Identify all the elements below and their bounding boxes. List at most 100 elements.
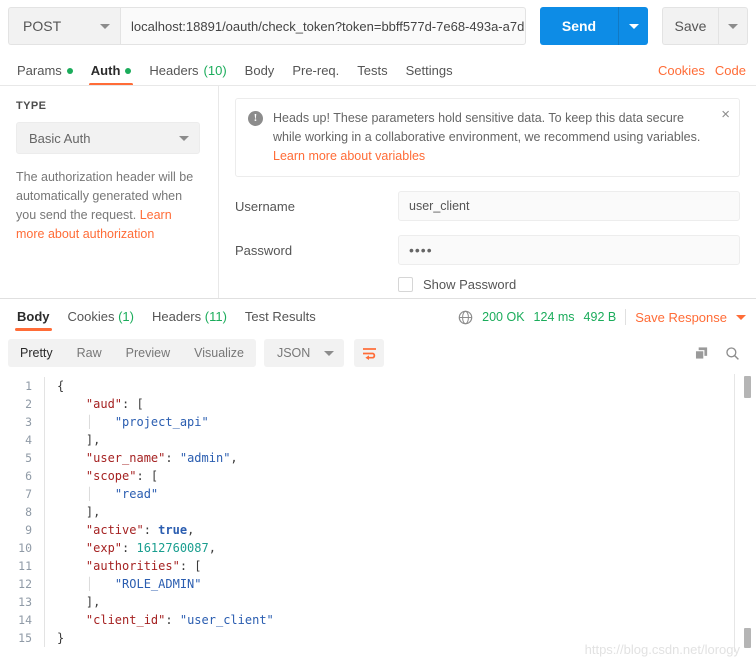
close-icon[interactable]: × (721, 107, 730, 122)
username-label: Username (235, 198, 295, 214)
search-icon[interactable] (725, 346, 740, 361)
password-input[interactable]: •••• (398, 235, 740, 265)
code-token: "aud" (85, 397, 123, 411)
language-select[interactable]: JSON (263, 339, 345, 367)
gutter-divider (44, 413, 45, 431)
code-token: : (165, 451, 180, 465)
send-button[interactable]: Send (540, 7, 618, 45)
send-button-group: Send (540, 7, 648, 45)
modified-dot-icon (125, 67, 132, 74)
response-tab-body[interactable]: Body (8, 309, 59, 331)
send-options-button[interactable] (618, 7, 648, 45)
response-tab-bar: Body Cookies (1) Headers (11) Test Resul… (0, 299, 756, 331)
auth-panel: TYPE Basic Auth The authorization header… (0, 86, 756, 298)
auth-type-select[interactable]: Basic Auth (16, 122, 200, 154)
response-tab-cookies[interactable]: Cookies (1) (59, 309, 143, 331)
indent-guide: │ (85, 487, 115, 501)
line-number: 1 (25, 379, 32, 393)
response-size: 492 B (583, 310, 617, 324)
code-token: "user_name" (85, 451, 166, 465)
code-line: 3 │ "project_api" (0, 413, 756, 431)
save-response-button[interactable]: Save Response (635, 310, 727, 325)
code-token: : (143, 523, 159, 537)
show-password-label: Show Password (423, 277, 517, 292)
tab-bar-divider (0, 85, 756, 86)
tab-settings[interactable]: Settings (397, 63, 462, 86)
code-line: 6 "scope": [ (0, 467, 756, 485)
code-token: } (57, 631, 65, 645)
url-input[interactable]: localhost:18891/oauth/check_token?token=… (120, 7, 526, 45)
code-token: : [ (122, 397, 144, 411)
code-token: "client_id" (85, 613, 166, 627)
format-visualize[interactable]: Visualize (182, 339, 256, 367)
code-line: 11 "authorities": [ (0, 557, 756, 575)
auth-type-label: TYPE (16, 100, 47, 112)
request-tab-links: Cookies Code (658, 63, 746, 86)
code-token: : [ (179, 559, 202, 573)
gutter-divider (44, 485, 45, 503)
code-token: , (208, 541, 216, 555)
notice-link[interactable]: Learn more about variables (273, 149, 425, 163)
code-line-text: "active": true, (57, 521, 194, 539)
line-number: 4 (25, 433, 32, 447)
gutter-divider (44, 575, 45, 593)
gutter-divider (44, 395, 45, 413)
response-body-viewer[interactable]: 1{2 "aud": [3 │ "project_api" 4 ], 5 "user… (0, 374, 756, 652)
format-raw[interactable]: Raw (65, 339, 114, 367)
line-number: 9 (25, 523, 32, 537)
gutter-divider (44, 539, 45, 557)
chevron-down-icon[interactable] (736, 314, 746, 320)
code-token: , (187, 523, 195, 537)
save-button-group: Save (662, 7, 748, 45)
globe-icon (458, 310, 473, 324)
tab-pre-request[interactable]: Pre-req. (283, 63, 348, 86)
code-link[interactable]: Code (715, 63, 746, 78)
tab-headers[interactable]: Headers (10) (140, 63, 235, 86)
code-line: 14 "client_id": "user_client" (0, 611, 756, 629)
gutter-divider (44, 431, 45, 449)
code-token: "read" (114, 487, 159, 501)
tab-tests[interactable]: Tests (348, 63, 396, 86)
tab-body[interactable]: Body (236, 63, 284, 86)
save-button[interactable]: Save (662, 7, 718, 45)
word-wrap-button[interactable] (354, 339, 385, 367)
vertical-scrollbar-thumb[interactable] (744, 376, 751, 398)
tab-count: (1) (118, 309, 134, 324)
http-method-value: POST (23, 18, 62, 34)
code-line: 8 ], (0, 503, 756, 521)
gutter-divider (44, 503, 45, 521)
http-method-select[interactable]: POST (8, 7, 120, 45)
tab-auth[interactable]: Auth (82, 63, 141, 86)
code-line-text: ], (57, 503, 100, 521)
code-line: 2 "aud": [ (0, 395, 756, 413)
response-format-bar: Pretty Raw Preview Visualize JSON (0, 331, 756, 374)
code-line-text: "user_name": "admin", (57, 449, 238, 467)
save-options-button[interactable] (718, 7, 748, 45)
code-token: ], (85, 433, 101, 447)
response-tab-test-results[interactable]: Test Results (236, 309, 325, 331)
code-line: 13 ], (0, 593, 756, 611)
show-password-checkbox[interactable] (398, 277, 413, 292)
vertical-scrollbar-thumb-bottom[interactable] (744, 628, 751, 648)
tab-label: Tests (357, 63, 388, 78)
format-pretty[interactable]: Pretty (8, 339, 65, 367)
line-number: 11 (18, 559, 32, 573)
code-line-text: │ "read" (57, 485, 158, 503)
cookies-link[interactable]: Cookies (658, 63, 705, 78)
sensitive-data-notice: ! Heads up! These parameters hold sensit… (235, 98, 740, 177)
format-preview[interactable]: Preview (114, 339, 182, 367)
format-segmented-control: Pretty Raw Preview Visualize (8, 339, 256, 367)
request-url-bar: POST localhost:18891/oauth/check_token?t… (0, 0, 756, 53)
code-line: 9 "active": true, (0, 521, 756, 539)
code-token: "admin" (179, 451, 231, 465)
copy-icon[interactable] (694, 346, 709, 361)
response-tab-headers[interactable]: Headers (11) (143, 309, 236, 331)
line-number: 5 (25, 451, 32, 465)
auth-type-panel: TYPE Basic Auth The authorization header… (0, 86, 219, 298)
line-number: 14 (18, 613, 32, 627)
username-input[interactable]: user_client (398, 191, 740, 221)
response-time: 124 ms (533, 310, 575, 324)
code-token: true (158, 523, 188, 537)
code-line: 5 "user_name": "admin", (0, 449, 756, 467)
tab-params[interactable]: Params (8, 63, 82, 86)
